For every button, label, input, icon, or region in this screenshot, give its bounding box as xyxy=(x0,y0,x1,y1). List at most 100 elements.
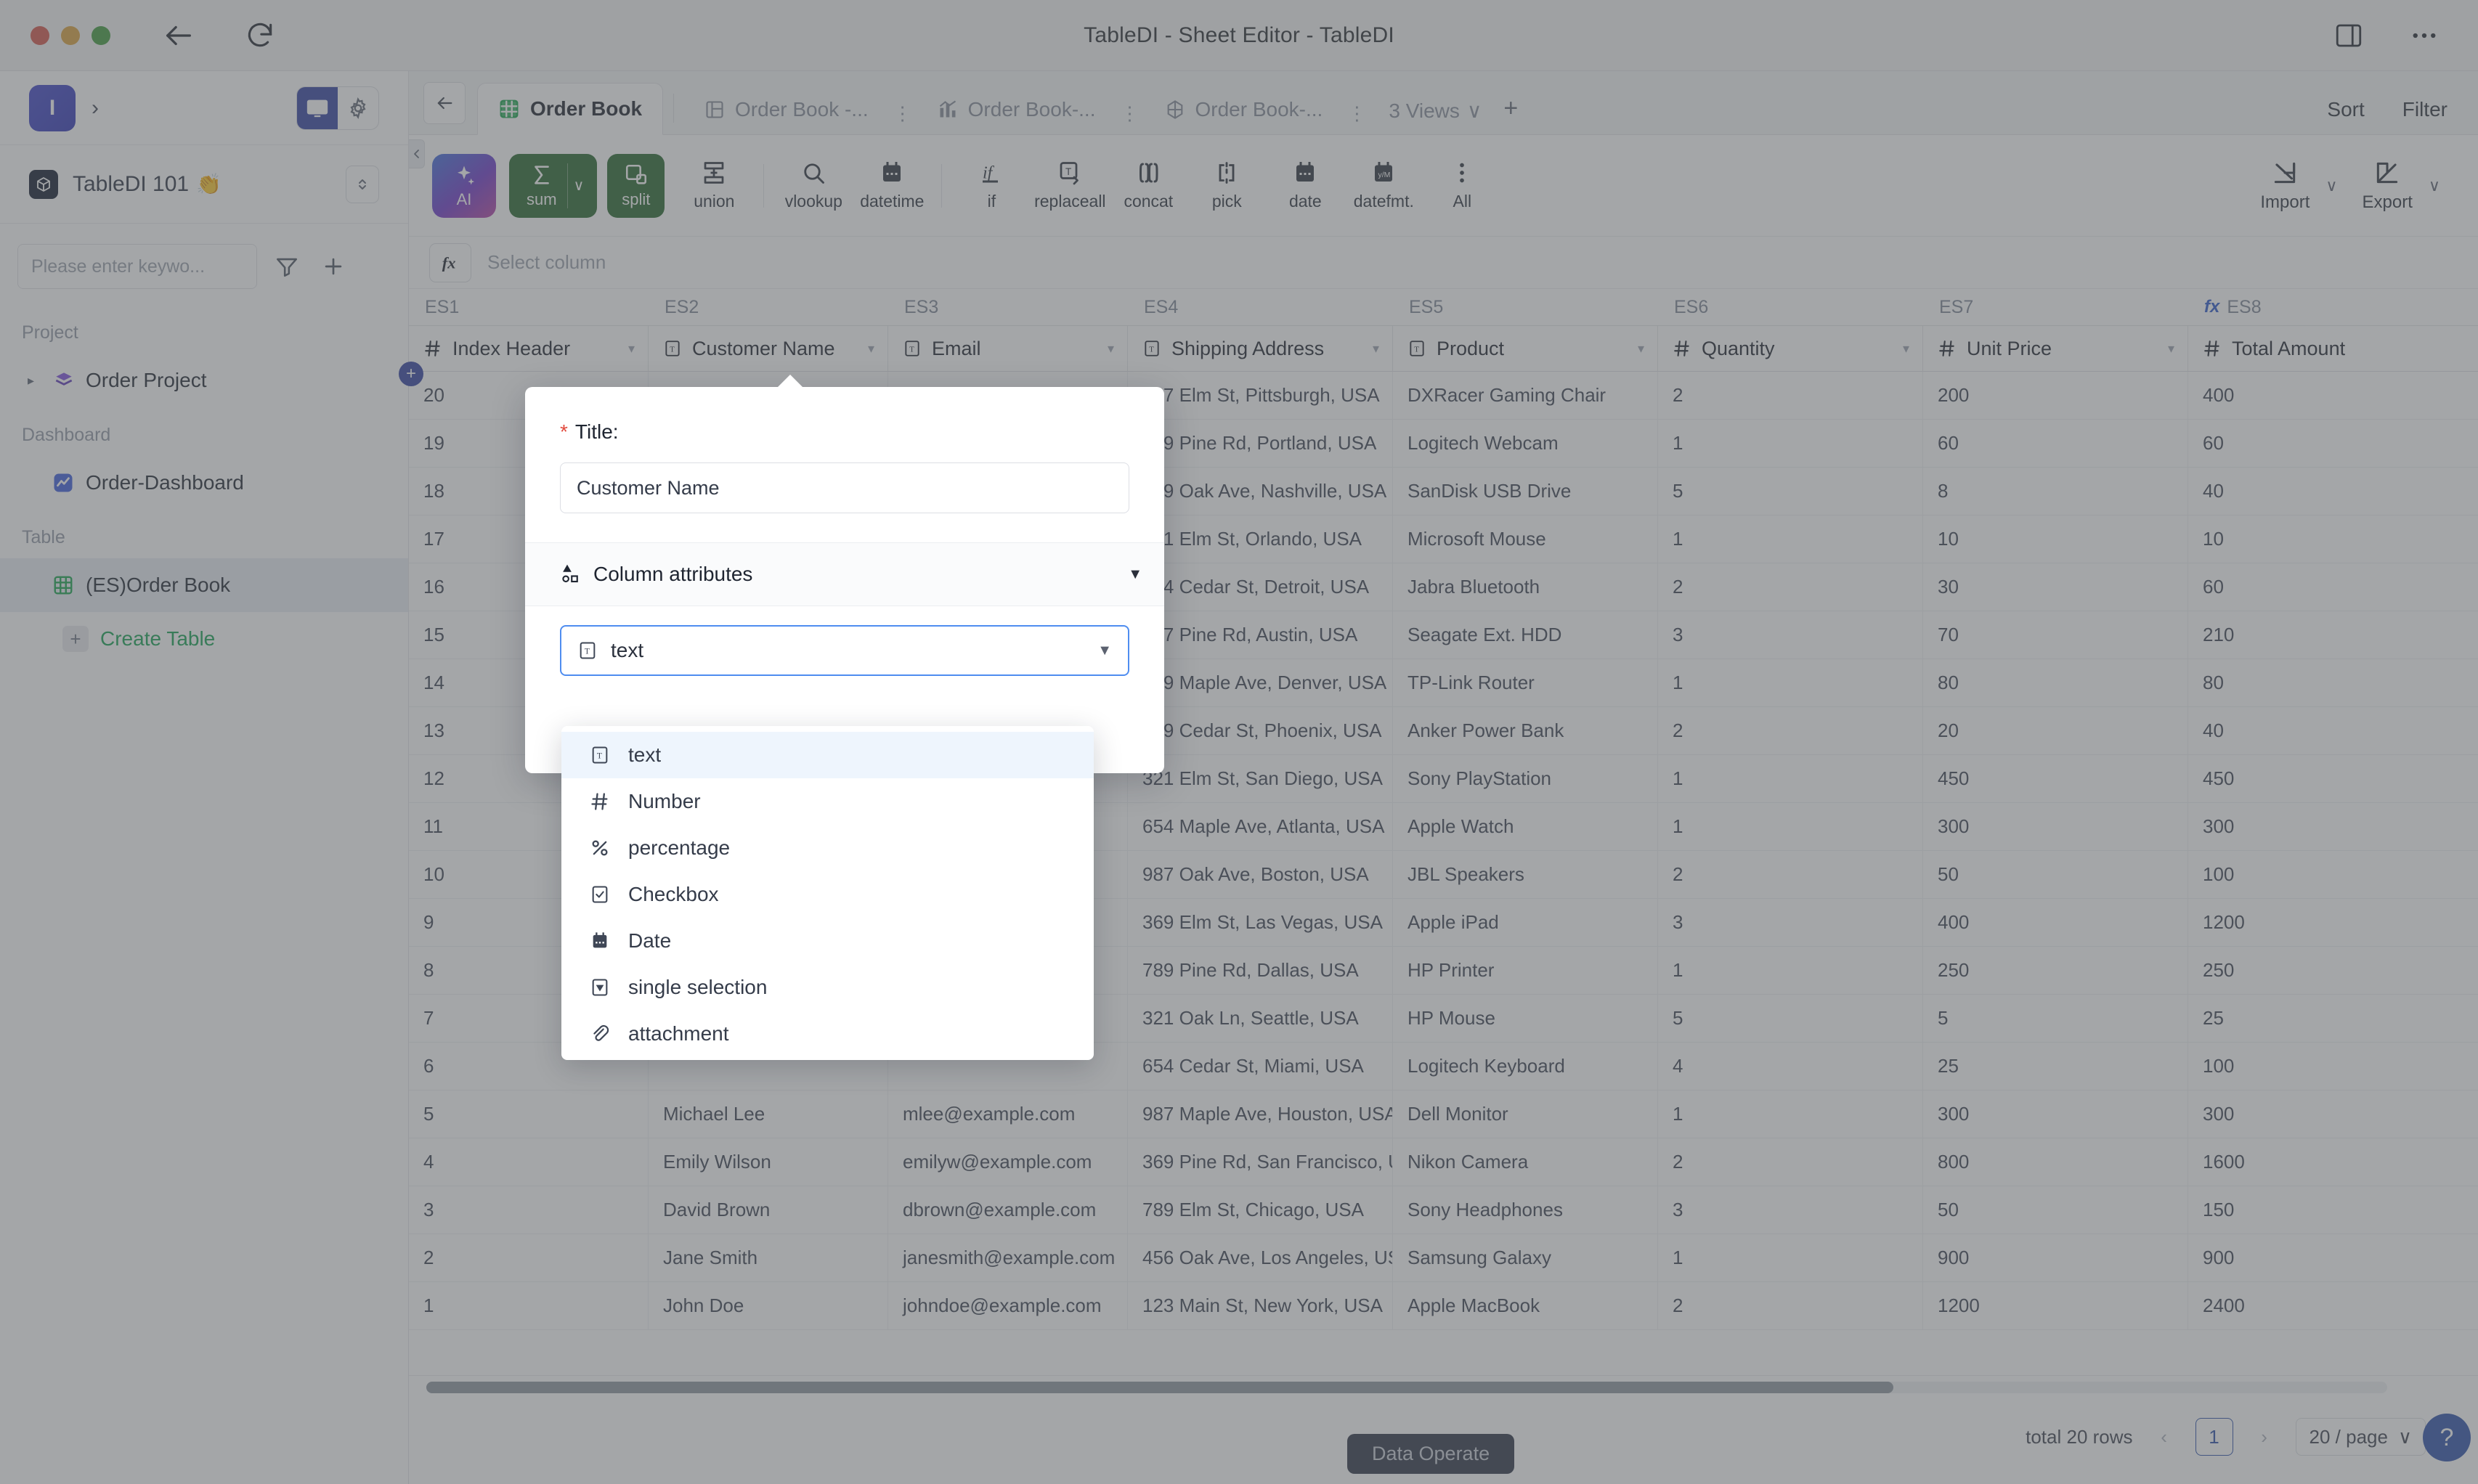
table-cell[interactable]: 369 Maple Ave, Denver, USA xyxy=(1128,659,1393,706)
table-cell[interactable]: 150 xyxy=(2188,1186,2453,1234)
caret-right-icon[interactable]: ▸ xyxy=(28,373,52,388)
table-cell[interactable]: 60 xyxy=(1923,420,2188,467)
table-cell[interactable]: 8 xyxy=(1923,468,2188,515)
table-cell[interactable]: 1 xyxy=(1658,659,1923,706)
table-cell[interactable]: 321 Elm St, San Diego, USA xyxy=(1128,755,1393,802)
collapse-left-icon[interactable] xyxy=(409,139,425,168)
table-cell[interactable]: Microsoft Mouse xyxy=(1393,515,1658,563)
table-cell[interactable]: Logitech Keyboard xyxy=(1393,1043,1658,1090)
back-arrow-icon[interactable] xyxy=(423,82,466,124)
dropdown-option-date[interactable]: Date xyxy=(561,918,1094,964)
table-cell[interactable]: SanDisk USB Drive xyxy=(1393,468,1658,515)
table-cell[interactable]: Logitech Webcam xyxy=(1393,420,1658,467)
tab-kebab-menu[interactable]: ⋮ xyxy=(1347,104,1367,123)
search-input-wrapper[interactable] xyxy=(17,244,257,289)
table-cell[interactable]: David Brown xyxy=(649,1186,888,1234)
per-page-select[interactable]: 20 / page ∨ xyxy=(2295,1418,2426,1456)
table-cell[interactable]: 3 xyxy=(1658,1186,1923,1234)
plus-icon[interactable] xyxy=(317,250,350,283)
table-cell[interactable]: dbrown@example.com xyxy=(888,1186,1128,1234)
sidebar-item-order-project[interactable]: ▸ Order Project xyxy=(0,354,408,407)
tab-order-book-gantt[interactable]: Order Book-... xyxy=(1145,85,1344,134)
all-functions-button[interactable]: All xyxy=(1423,160,1501,211)
help-button[interactable]: ? xyxy=(2423,1414,2471,1461)
table-cell[interactable]: 1 xyxy=(1658,515,1923,563)
tab-order-book[interactable]: Order Book xyxy=(477,83,664,135)
table-cell[interactable]: 50 xyxy=(1923,851,2188,898)
replaceall-button[interactable]: T replaceall xyxy=(1031,160,1109,211)
table-cell[interactable]: 1 xyxy=(1658,947,1923,994)
table-cell[interactable]: Sony Headphones xyxy=(1393,1186,1658,1234)
tab-order-book-chart[interactable]: Order Book-... xyxy=(917,85,1116,134)
column-type-select[interactable]: T text ▼ xyxy=(560,625,1129,676)
next-page-button[interactable]: › xyxy=(2252,1426,2277,1448)
table-cell[interactable]: 2 xyxy=(1658,707,1923,754)
create-table-button[interactable]: + Create Table xyxy=(0,612,408,666)
export-dropdown-caret[interactable]: ∨ xyxy=(2429,176,2440,195)
pick-button[interactable]: pick xyxy=(1187,160,1266,211)
table-cell[interactable]: 400 xyxy=(1923,899,2188,946)
table-cell[interactable]: 3 xyxy=(1658,899,1923,946)
table-cell[interactable]: 300 xyxy=(1923,803,2188,850)
table-cell[interactable]: 987 Elm St, Pittsburgh, USA xyxy=(1128,372,1393,419)
table-cell[interactable]: 456 Oak Ave, Los Angeles, USA xyxy=(1128,1234,1393,1281)
sum-button-group[interactable]: sum ∨ xyxy=(509,153,598,218)
table-cell[interactable]: 250 xyxy=(1923,947,2188,994)
formula-column-placeholder[interactable]: Select column xyxy=(487,251,606,274)
table-cell[interactable]: 100 xyxy=(2188,851,2453,898)
table-cell[interactable]: Emily Wilson xyxy=(649,1138,888,1186)
table-cell[interactable]: John Doe xyxy=(649,1282,888,1329)
table-cell[interactable]: 450 xyxy=(2188,755,2453,802)
search-input[interactable] xyxy=(18,245,256,288)
table-cell[interactable]: 200 xyxy=(1923,372,2188,419)
table-cell[interactable]: 5 xyxy=(1658,995,1923,1042)
chevron-down-icon[interactable]: ▼ xyxy=(1128,566,1142,583)
table-cell[interactable]: 2 xyxy=(1658,563,1923,611)
workspace-avatar[interactable]: I xyxy=(29,84,76,131)
table-cell[interactable]: 210 xyxy=(2188,611,2453,659)
table-cell[interactable]: 60 xyxy=(2188,563,2453,611)
table-row[interactable]: 2 Jane Smith janesmith@example.com 456 Oak … xyxy=(409,1234,2478,1282)
table-cell[interactable]: 300 xyxy=(1923,1090,2188,1138)
page-number-input[interactable]: 1 xyxy=(2195,1418,2233,1456)
column-header-email[interactable]: T Email ▾ xyxy=(888,326,1128,371)
chevron-down-icon[interactable]: ▾ xyxy=(1638,341,1644,356)
table-cell[interactable]: 60 xyxy=(2188,420,2453,467)
table-cell[interactable]: 70 xyxy=(1923,611,2188,659)
gear-icon[interactable] xyxy=(338,87,378,129)
table-cell[interactable]: 1 xyxy=(1658,755,1923,802)
chevron-down-icon[interactable]: ▾ xyxy=(1108,341,1114,356)
table-cell[interactable]: 369 Elm St, Las Vegas, USA xyxy=(1128,899,1393,946)
table-cell[interactable]: 123 Main St, New York, USA xyxy=(1128,1282,1393,1329)
table-cell[interactable]: Apple iPad xyxy=(1393,899,1658,946)
datefmt-button[interactable]: y/M datefmt. xyxy=(1344,160,1423,211)
table-cell[interactable]: 654 Maple Ave, Atlanta, USA xyxy=(1128,803,1393,850)
vlookup-button[interactable]: vlookup xyxy=(774,160,853,211)
dropdown-option-qr-code[interactable]: QR code xyxy=(561,1057,1094,1060)
column-attributes-section[interactable]: Column attributes ▼ xyxy=(525,542,1164,606)
sidebar-toggle-icon[interactable] xyxy=(2328,15,2369,56)
scrollbar-thumb[interactable] xyxy=(426,1382,1893,1393)
table-cell[interactable]: 20 xyxy=(1923,707,2188,754)
column-header-product[interactable]: T Product ▾ xyxy=(1393,326,1658,371)
column-header-quantity[interactable]: Quantity ▾ xyxy=(1658,326,1923,371)
table-cell[interactable]: JBL Speakers xyxy=(1393,851,1658,898)
import-button[interactable]: Import xyxy=(2260,159,2310,213)
table-cell[interactable]: 10 xyxy=(2188,515,2453,563)
table-cell[interactable]: 321 Oak Ln, Seattle, USA xyxy=(1128,995,1393,1042)
union-button[interactable]: union xyxy=(675,160,753,211)
fx-icon[interactable]: fx xyxy=(429,242,471,282)
table-row[interactable]: 5 Michael Lee mlee@example.com 987 Maple Av… xyxy=(409,1090,2478,1138)
import-dropdown-caret[interactable]: ∨ xyxy=(2325,176,2337,195)
table-cell[interactable]: 3 xyxy=(409,1186,649,1234)
table-cell[interactable]: 2 xyxy=(409,1234,649,1281)
table-cell[interactable]: 987 Pine Rd, Austin, USA xyxy=(1128,611,1393,659)
table-cell[interactable]: 2 xyxy=(1658,1282,1923,1329)
table-cell[interactable]: 987 Maple Ave, Houston, USA xyxy=(1128,1090,1393,1138)
column-header-customer-name[interactable]: T Customer Name ▾ xyxy=(649,326,888,371)
table-cell[interactable]: 2400 xyxy=(2188,1282,2453,1329)
updown-chevron-icon[interactable] xyxy=(346,165,379,203)
table-cell[interactable]: 450 xyxy=(1923,755,2188,802)
table-cell[interactable]: 5 xyxy=(1923,995,2188,1042)
table-cell[interactable]: HP Mouse xyxy=(1393,995,1658,1042)
